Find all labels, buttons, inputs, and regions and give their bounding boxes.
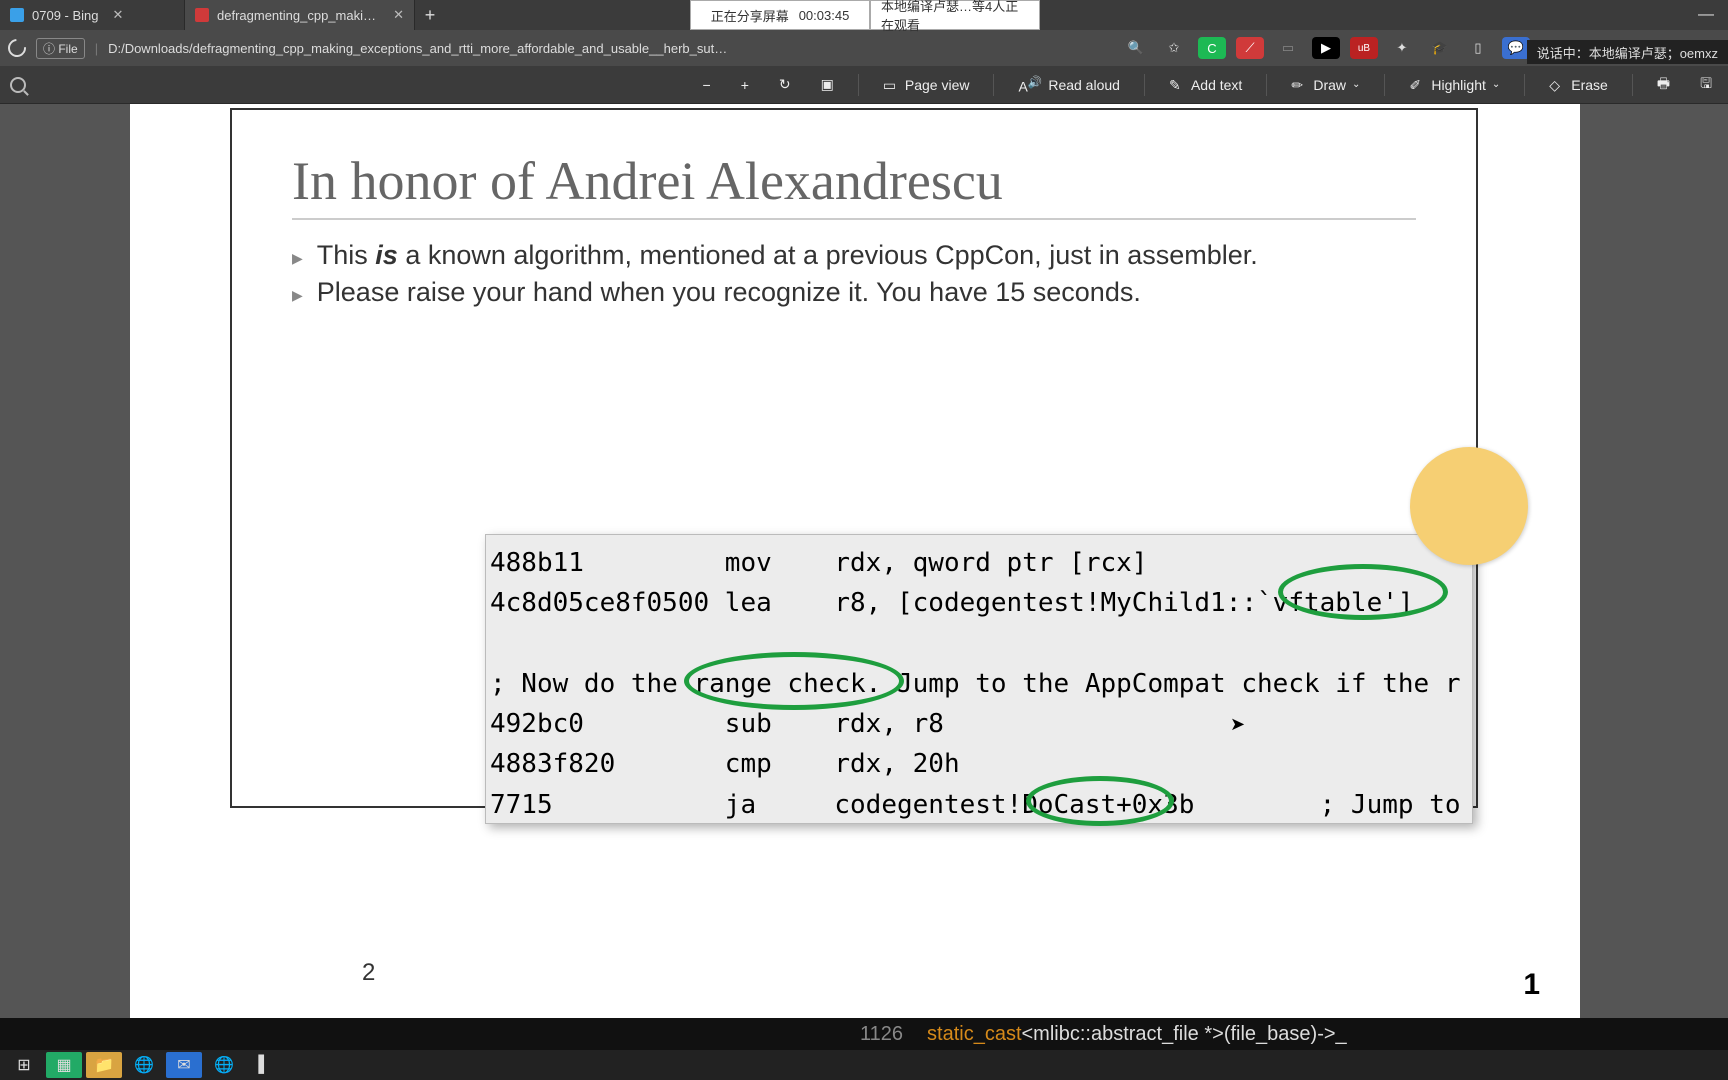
taskbar-edge-dev[interactable]: 🌐 <box>206 1052 242 1078</box>
taskbar-explorer[interactable]: 📁 <box>86 1052 122 1078</box>
taskbar-mail[interactable]: ✉ <box>166 1052 202 1078</box>
add-text-button[interactable]: ✎Add text <box>1163 73 1248 97</box>
pdf-page-number: 2 <box>362 959 375 987</box>
bullet-1: This is a known algorithm, mentioned at … <box>292 240 1416 271</box>
read-aloud-button[interactable]: A🔊Read aloud <box>1012 71 1125 99</box>
bullet-2: Please raise your hand when you recogniz… <box>292 277 1416 308</box>
address-bar: ⓘ File | D:/Downloads/defragmenting_cpp_… <box>0 30 1728 66</box>
yellow-circle-annotation <box>1410 447 1528 565</box>
scheme-badge: ⓘ File <box>36 38 85 59</box>
highlight-button[interactable]: ✐Highlight⌄ <box>1403 73 1506 97</box>
pdf-page: In honor of Andrei Alexandrescu This is … <box>130 104 1580 1018</box>
oval-vftable <box>1278 564 1448 620</box>
taskview-icon[interactable]: ⊞ <box>6 1052 42 1078</box>
erase-button[interactable]: ◇Erase <box>1543 73 1614 97</box>
oval-range-check <box>684 652 904 710</box>
url-text[interactable]: D:/Downloads/defragmenting_cpp_making_ex… <box>108 41 728 56</box>
mouse-cursor-icon: ➤ <box>1230 714 1245 735</box>
rotate-button[interactable]: ↻ <box>773 72 797 97</box>
zoom-icon[interactable]: 🔍 <box>1122 37 1150 59</box>
draw-button[interactable]: ✏Draw⌄ <box>1285 73 1366 97</box>
oval-docast <box>1026 776 1174 826</box>
speaking-indicator: 说话中：本地编译卢瑟；oemxz <box>1527 40 1728 64</box>
print-button[interactable]: 🖶 <box>1651 69 1676 101</box>
ext-green-icon[interactable]: C <box>1198 37 1226 59</box>
ext-ublock-icon[interactable]: uB <box>1350 37 1378 59</box>
line-number: 1126 <box>0 1023 927 1046</box>
windows-taskbar: ⊞ ▦ 📁 🌐 ✉ 🌐 ▌ <box>0 1050 1728 1080</box>
save-button[interactable]: 🖫 <box>1694 69 1718 101</box>
code-keyword: static_cast <box>927 1023 1021 1046</box>
taskbar-edge[interactable]: 🌐 <box>126 1052 162 1078</box>
taskbar-terminal[interactable]: ▌ <box>246 1052 282 1078</box>
ext-battery-icon[interactable]: ▯ <box>1464 37 1492 59</box>
favorite-icon[interactable]: ✩ <box>1160 37 1188 59</box>
fit-button[interactable]: ▣ <box>815 72 840 97</box>
viewers-indicator: 本地编译卢瑟…等4人正在观看 <box>870 0 1040 30</box>
page-view-button[interactable]: ▭Page view <box>877 73 976 97</box>
slide-title: In honor of Andrei Alexandrescu <box>292 150 1416 220</box>
pdf-toolbar: − + ↻ ▣ ▭Page view A🔊Read aloud ✎Add tex… <box>0 66 1728 104</box>
ext-grey-icon[interactable]: ▭ <box>1274 37 1302 59</box>
screen-share-indicator: 正在分享屏幕00:03:45 <box>690 0 870 30</box>
ext-wand-icon[interactable]: ✦ <box>1388 37 1416 59</box>
ext-play-icon[interactable]: ▶ <box>1312 37 1340 59</box>
zoom-in-button[interactable]: + <box>735 73 755 97</box>
ext-grad-icon[interactable]: 🎓 <box>1426 37 1454 59</box>
taskbar-app-1[interactable]: ▦ <box>46 1052 82 1078</box>
refresh-icon[interactable] <box>4 35 29 60</box>
pdf-viewport[interactable]: In honor of Andrei Alexandrescu This is … <box>0 104 1728 1018</box>
overlay-page-number: 1 <box>1523 968 1540 1002</box>
editor-strip: 1126 static_cast <mlibc::abstract_file *… <box>0 1018 1728 1050</box>
zoom-out-button[interactable]: − <box>697 73 717 97</box>
search-icon[interactable] <box>10 77 26 93</box>
ext-red-icon[interactable]: ⟋ <box>1236 37 1264 59</box>
code-text: <mlibc::abstract_file *>(file_base)->_ <box>1022 1023 1347 1046</box>
